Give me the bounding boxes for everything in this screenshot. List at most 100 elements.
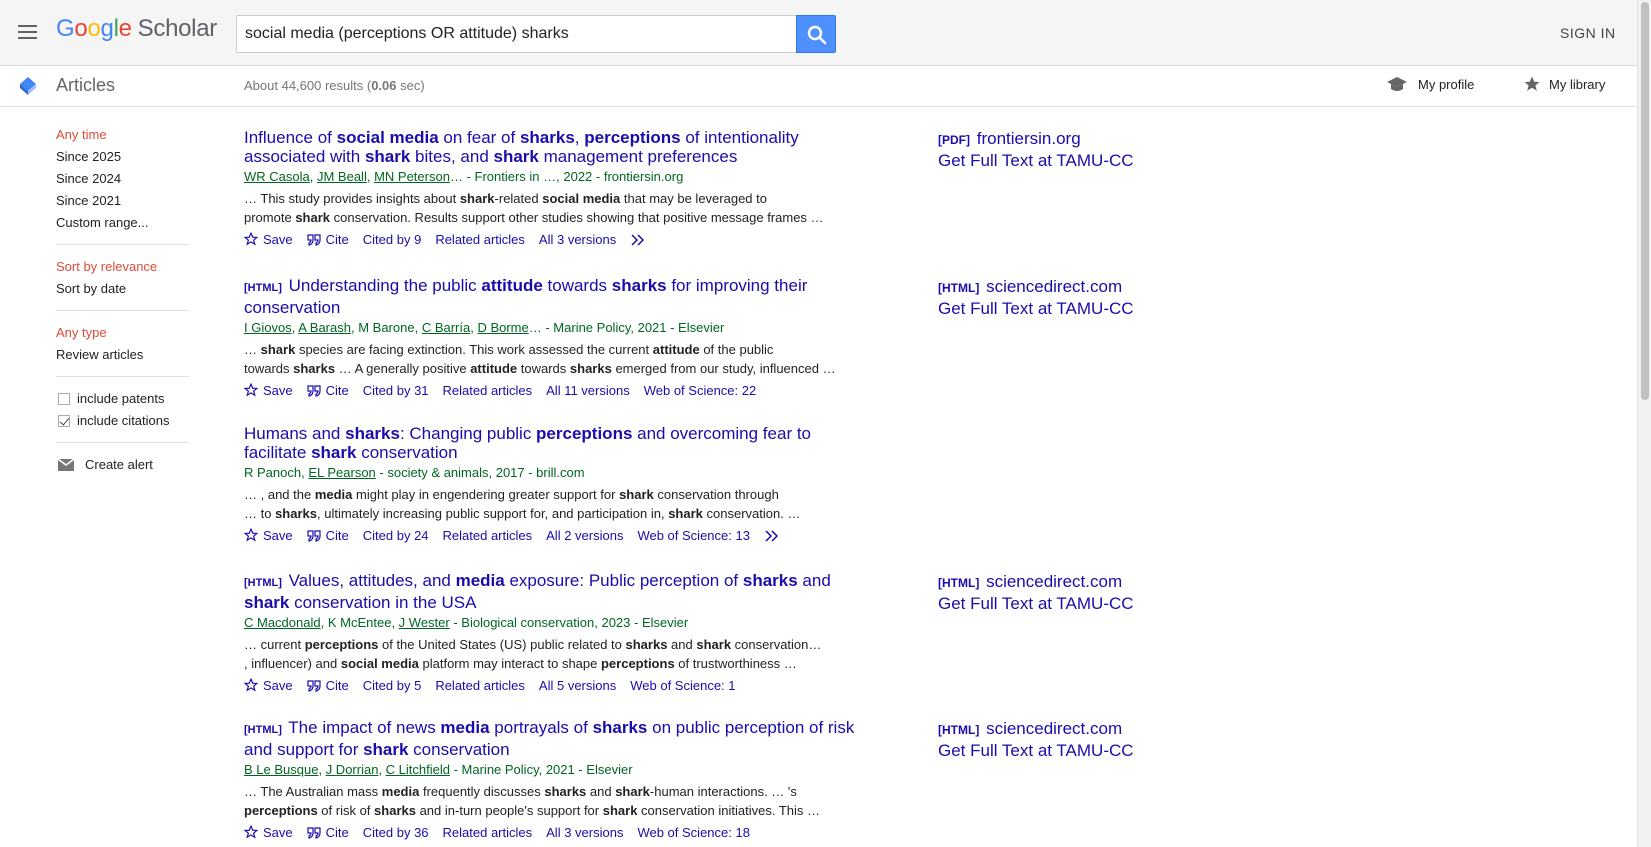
- author-link[interactable]: C Litchfield: [386, 762, 450, 777]
- related-articles-link[interactable]: Related articles: [443, 383, 533, 398]
- scrollbar-thumb[interactable]: [1641, 2, 1649, 400]
- cite-button[interactable]: Cite: [307, 383, 349, 398]
- more-button[interactable]: [630, 232, 651, 247]
- save-button[interactable]: Save: [243, 824, 293, 840]
- filter-any-time[interactable]: Any time: [56, 124, 189, 146]
- all-versions-link[interactable]: All 3 versions: [546, 825, 623, 840]
- include-citations-checkbox[interactable]: include citations: [56, 410, 189, 432]
- save-button[interactable]: Save: [243, 382, 293, 398]
- save-button[interactable]: Save: [243, 527, 293, 543]
- cited-by-link[interactable]: Cited by 5: [363, 678, 422, 693]
- sort-by-date[interactable]: Sort by date: [56, 278, 189, 300]
- result-source: - Biological conservation, 2023 - Elsevi…: [449, 615, 689, 630]
- author-link[interactable]: C Barría: [422, 320, 470, 335]
- result-meta: I Giovos, A Barash, M Barone, C Barría, …: [244, 320, 725, 335]
- sign-in-button[interactable]: SIGN IN: [1560, 25, 1637, 41]
- author-link[interactable]: JM Beall: [317, 169, 367, 184]
- all-versions-link-label: All 3 versions: [538, 232, 617, 247]
- filter-custom-range[interactable]: Custom range...: [56, 212, 189, 234]
- filter-since-2024[interactable]: Since 2024: [56, 168, 189, 190]
- result-title-text[interactable]: The impact of news media portrayals of s…: [244, 718, 854, 759]
- result-title-text[interactable]: Humans and sharks: Changing public perce…: [244, 424, 811, 462]
- search-button[interactable]: [796, 15, 836, 53]
- include-options: include patents include citations: [56, 388, 189, 443]
- source-format-badge: [HTML]: [938, 723, 980, 737]
- checkbox-unchecked[interactable]: [58, 393, 70, 405]
- cite-button[interactable]: Cite: [307, 678, 349, 693]
- logo-letter: g: [100, 15, 114, 42]
- save-button[interactable]: Save: [243, 677, 293, 693]
- fulltext-source-link[interactable]: [HTML] sciencedirect.com: [938, 277, 1122, 298]
- related-articles-link[interactable]: Related articles: [443, 528, 533, 543]
- result-snippet: … , and the media might play in engender…: [244, 487, 801, 521]
- get-full-text-link[interactable]: Get Full Text at TAMU-CC: [938, 151, 1134, 171]
- menu-icon[interactable]: [16, 20, 40, 44]
- search-input[interactable]: [236, 15, 797, 53]
- web-of-science-link[interactable]: Web of Science: 1: [630, 678, 735, 693]
- my-library-link[interactable]: My library: [1524, 76, 1605, 92]
- author-link[interactable]: WR Casola: [244, 169, 310, 184]
- all-versions-link[interactable]: All 3 versions: [539, 232, 616, 247]
- author-link[interactable]: EL Pearson: [308, 465, 375, 480]
- related-articles-link[interactable]: Related articles: [443, 825, 533, 840]
- result-title[interactable]: Humans and sharks: Changing public perce…: [244, 424, 864, 462]
- filter-since-2021[interactable]: Since 2021: [56, 190, 189, 212]
- get-full-text-link[interactable]: Get Full Text at TAMU-CC: [938, 741, 1134, 761]
- google-scholar-logo[interactable]: Google Scholar: [56, 15, 217, 43]
- fulltext-source-link[interactable]: [PDF] frontiersin.org: [938, 129, 1081, 150]
- filter-any-type[interactable]: Any type: [56, 322, 189, 344]
- result-title-text[interactable]: Values, attitudes, and media exposure: P…: [244, 571, 831, 612]
- result-format-badge: [HTML]: [244, 282, 282, 294]
- author-link[interactable]: J Dorrian: [326, 762, 379, 777]
- source-format-badge: [HTML]: [938, 281, 980, 295]
- result-title[interactable]: [HTML] Values, attitudes, and media expo…: [244, 571, 864, 612]
- author-link[interactable]: D Borme: [477, 320, 528, 335]
- author-link[interactable]: C Macdonald: [244, 615, 321, 630]
- get-full-text-link[interactable]: Get Full Text at TAMU-CC: [938, 299, 1134, 319]
- author-link[interactable]: I Giovos: [244, 320, 292, 335]
- author-link[interactable]: B Le Busque: [244, 762, 318, 777]
- author-link[interactable]: MN Peterson: [374, 169, 450, 184]
- cited-by-link[interactable]: Cited by 9: [363, 232, 422, 247]
- include-patents-checkbox[interactable]: include patents: [56, 388, 189, 410]
- all-versions-link[interactable]: All 11 versions: [546, 383, 630, 398]
- result-title-text[interactable]: Influence of social media on fear of sha…: [244, 128, 799, 166]
- more-button[interactable]: [764, 528, 785, 543]
- result-title[interactable]: [HTML] Understanding the public attitude…: [244, 276, 864, 317]
- sort-by-relevance[interactable]: Sort by relevance: [56, 256, 189, 278]
- all-versions-link[interactable]: All 2 versions: [546, 528, 623, 543]
- scrollbar[interactable]: [1637, 0, 1651, 847]
- author-link[interactable]: J Wester: [399, 615, 450, 630]
- related-articles-link[interactable]: Related articles: [435, 678, 525, 693]
- cited-by-link[interactable]: Cited by 36: [363, 825, 429, 840]
- cite-button[interactable]: Cite: [307, 825, 349, 840]
- all-versions-link-label: All 3 versions: [546, 825, 624, 840]
- filter-review-articles[interactable]: Review articles: [56, 344, 189, 366]
- result-actions: Save Cite Cited by 24 Related articles All 2…: [243, 527, 864, 545]
- cited-by-link[interactable]: Cited by 31: [363, 383, 429, 398]
- result-title[interactable]: [HTML] The impact of news media portraya…: [244, 718, 864, 759]
- cite-button[interactable]: Cite: [307, 528, 349, 543]
- cite-button[interactable]: Cite: [307, 232, 349, 247]
- result-title[interactable]: Influence of social media on fear of sha…: [244, 128, 864, 166]
- source-format-badge: [HTML]: [938, 576, 980, 590]
- result-meta: R Panoch, EL Pearson - society & animals…: [244, 465, 585, 480]
- cited-by-link[interactable]: Cited by 24: [363, 528, 429, 543]
- fulltext-source-link[interactable]: [HTML] sciencedirect.com: [938, 719, 1122, 740]
- web-of-science-link[interactable]: Web of Science: 22: [644, 383, 757, 398]
- save-button[interactable]: Save: [243, 231, 293, 247]
- result-meta: C Macdonald, K McEntee, J Wester - Biolo…: [244, 615, 689, 630]
- web-of-science-link[interactable]: Web of Science: 18: [637, 825, 750, 840]
- result-actions: Save Cite Cited by 9 Related articles All 3 …: [243, 231, 864, 249]
- checkbox-checked[interactable]: [58, 415, 70, 427]
- my-profile-link[interactable]: My profile: [1387, 77, 1474, 92]
- related-articles-link[interactable]: Related articles: [435, 232, 525, 247]
- fulltext-source-link[interactable]: [HTML] sciencedirect.com: [938, 572, 1122, 593]
- author-link[interactable]: A Barash: [298, 320, 351, 335]
- result-title-text[interactable]: Understanding the public attitude toward…: [244, 276, 807, 317]
- get-full-text-link[interactable]: Get Full Text at TAMU-CC: [938, 594, 1134, 614]
- create-alert-button[interactable]: Create alert: [56, 454, 189, 476]
- web-of-science-link[interactable]: Web of Science: 13: [637, 528, 750, 543]
- filter-since-2025[interactable]: Since 2025: [56, 146, 189, 168]
- all-versions-link[interactable]: All 5 versions: [539, 678, 616, 693]
